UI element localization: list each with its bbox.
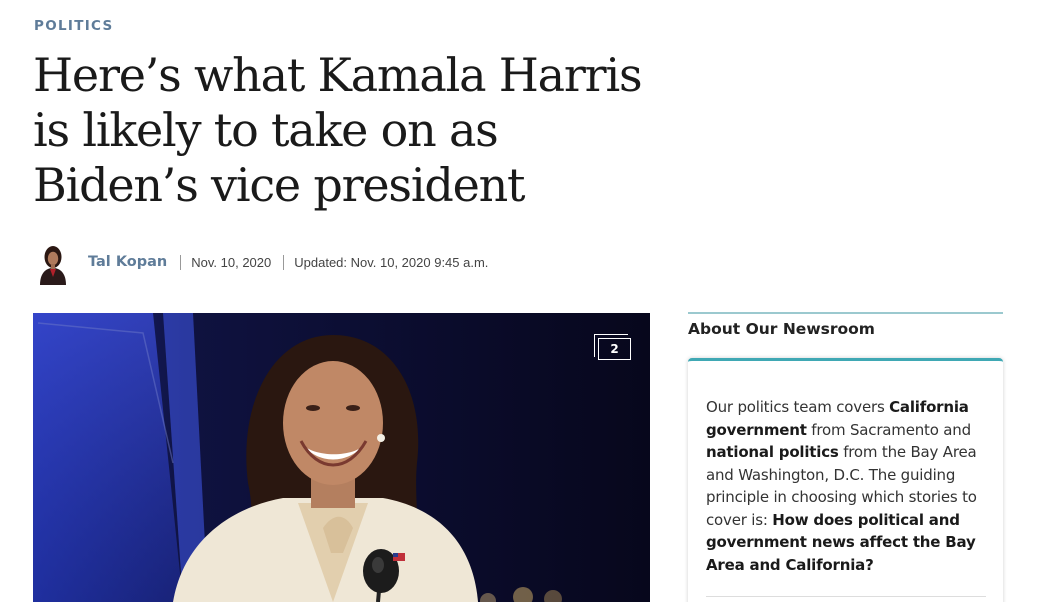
photo-gallery-count-button[interactable]: 2 <box>594 334 634 364</box>
article-headline: Here’s what Kamala Harris is likely to t… <box>33 48 643 212</box>
newsroom-text-part: from Sacramento and <box>806 420 971 439</box>
newsroom-text-emphasis: national politics <box>706 443 839 461</box>
gallery-count: 2 <box>598 338 631 360</box>
card-divider <box>706 596 986 597</box>
author-link[interactable]: Tal Kopan <box>88 254 167 270</box>
lead-photo[interactable] <box>33 313 650 602</box>
updated-date: Updated: Nov. 10, 2020 9:45 a.m. <box>294 254 489 270</box>
newsroom-sidebar: About Our Newsroom Our politics team cov… <box>688 312 1003 602</box>
sidebar-divider <box>688 312 1003 314</box>
byline-separator <box>180 254 182 270</box>
author-avatar[interactable] <box>36 239 70 285</box>
newsroom-info-card: Our politics team covers California gove… <box>688 358 1003 602</box>
publish-date: Nov. 10, 2020 <box>191 254 272 270</box>
newsroom-description: Our politics team covers California gove… <box>706 396 991 576</box>
sidebar-title: About Our Newsroom <box>688 320 875 338</box>
byline-separator <box>283 254 285 270</box>
byline: Tal Kopan Nov. 10, 2020 Updated: Nov. 10… <box>36 239 500 285</box>
section-label-link[interactable]: POLITICS <box>34 18 114 34</box>
newsroom-text-part: Our politics team covers <box>706 398 890 416</box>
